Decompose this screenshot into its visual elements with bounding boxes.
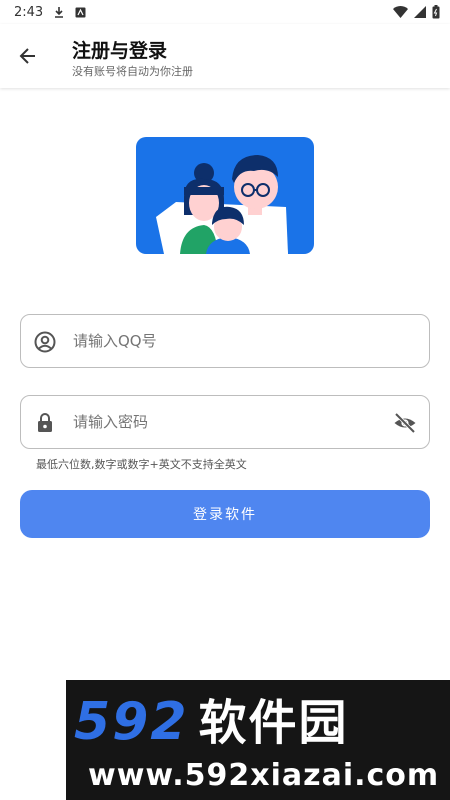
wifi-icon: [393, 6, 408, 18]
account-circle-icon: [34, 331, 56, 353]
lock-icon: [38, 413, 52, 432]
page-title: 注册与登录: [72, 40, 168, 62]
family-illustration: [136, 137, 314, 254]
visibility-off-icon[interactable]: [393, 411, 417, 435]
login-button[interactable]: 登录软件: [20, 490, 430, 538]
arrow-back-icon: [19, 48, 35, 64]
password-input[interactable]: [73, 396, 373, 448]
qq-number-field[interactable]: [20, 314, 430, 368]
watermark-logo: 592 软件园: [74, 692, 349, 753]
watermark-url: www.592xiazai.com: [88, 758, 440, 793]
page-subtitle: 没有账号将自动为你注册: [72, 65, 193, 78]
app-notification-icon: [75, 7, 86, 18]
status-bar: 2:43: [0, 0, 450, 24]
status-right: [393, 5, 440, 19]
status-left: 2:43: [14, 5, 86, 20]
app-bar: 注册与登录 没有账号将自动为你注册: [0, 24, 450, 88]
battery-icon: [432, 5, 440, 19]
status-time: 2:43: [14, 4, 44, 20]
password-field[interactable]: [20, 395, 430, 449]
back-button[interactable]: [10, 38, 46, 74]
qq-number-input[interactable]: [73, 315, 373, 367]
site-watermark: 592 软件园 www.592xiazai.com: [66, 680, 450, 800]
watermark-logo-text: 软件园: [198, 695, 349, 751]
download-icon: [53, 6, 65, 18]
signal-icon: [414, 6, 426, 18]
watermark-logo-number: 592: [74, 692, 189, 752]
password-hint: 最低六位数,数字或数字+英文不支持全英文: [36, 458, 247, 471]
